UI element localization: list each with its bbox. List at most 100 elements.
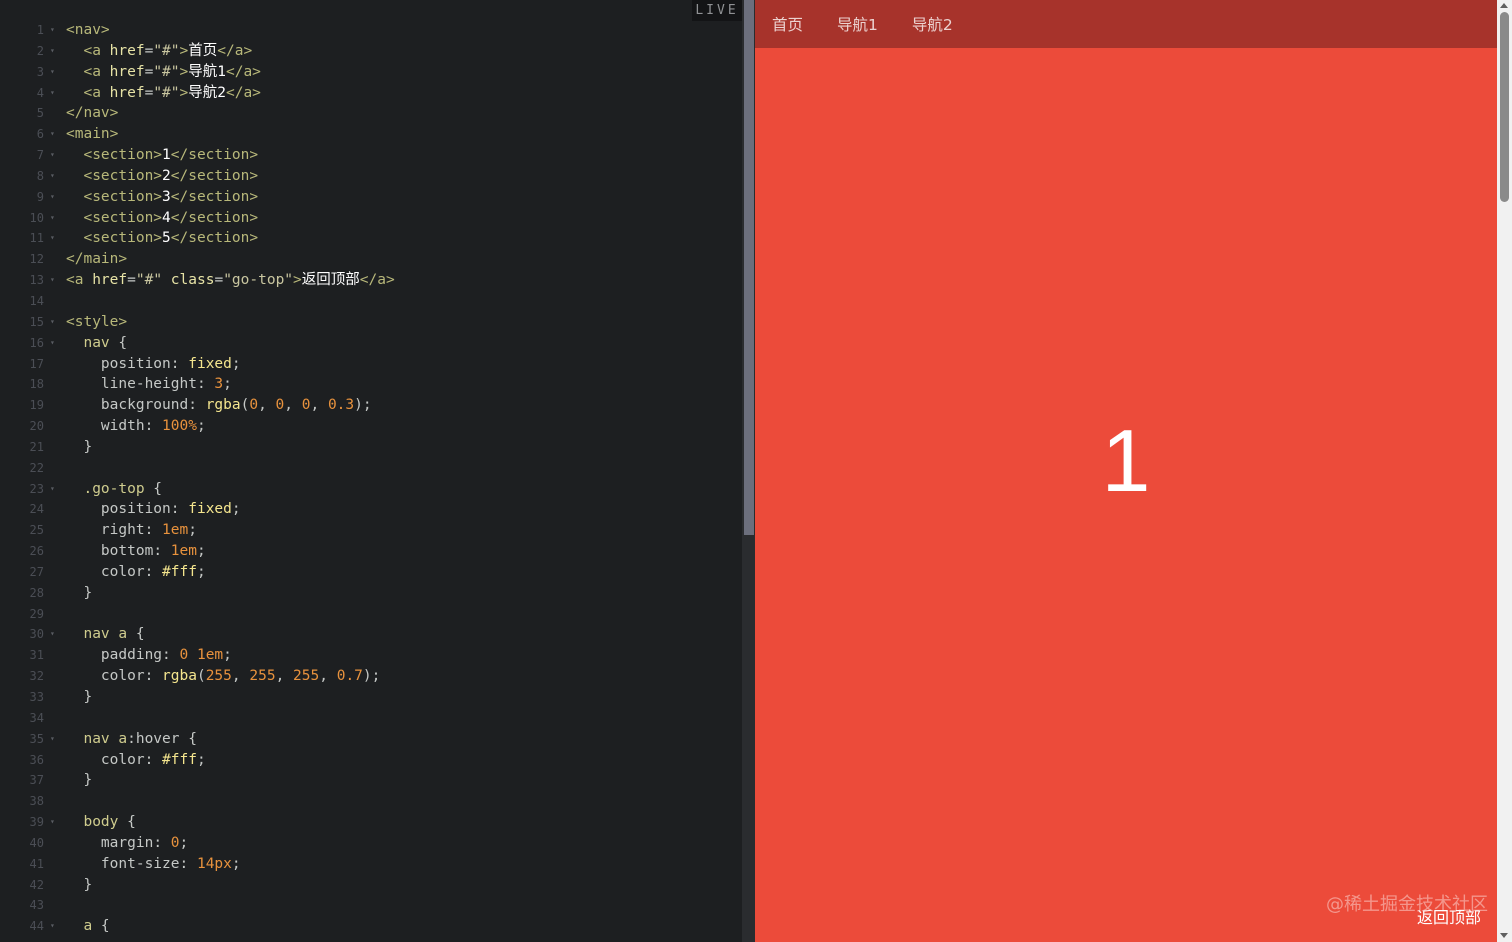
- code-line[interactable]: 32 color: rgba(255, 255, 255, 0.7);: [0, 666, 742, 687]
- code-line[interactable]: 15 ▾ <style>: [0, 312, 742, 333]
- code-token: :: [144, 751, 163, 768]
- code-line[interactable]: 29: [0, 604, 742, 625]
- fold-arrow-icon[interactable]: ▾: [50, 124, 55, 145]
- code-line[interactable]: 37 }: [0, 770, 742, 791]
- code-line[interactable]: 39 ▾ body {: [0, 812, 742, 833]
- code-line[interactable]: 34: [0, 708, 742, 729]
- code-text: <section>1</section>: [66, 145, 258, 166]
- fold-arrow-icon[interactable]: ▾: [50, 333, 55, 354]
- code-line[interactable]: 27 color: #fff;: [0, 562, 742, 583]
- code-line[interactable]: 40 margin: 0;: [0, 833, 742, 854]
- line-number: 27: [29, 564, 44, 579]
- go-top-link[interactable]: 返回顶部: [1417, 904, 1481, 928]
- code-line[interactable]: 35 ▾ nav a:hover {: [0, 729, 742, 750]
- scroll-down-icon[interactable]: [1500, 933, 1508, 938]
- code-line[interactable]: 8 ▾ <section>2</section>: [0, 166, 742, 187]
- code-line[interactable]: 1 ▾ <nav>: [0, 20, 742, 41]
- fold-arrow-icon[interactable]: ▾: [50, 41, 55, 62]
- nav-link-2[interactable]: 导航2: [897, 13, 972, 35]
- fold-arrow-icon[interactable]: ▾: [50, 729, 55, 750]
- code-token: background: [66, 397, 189, 414]
- code-token: padding: [66, 647, 163, 664]
- code-line[interactable]: 30 ▾ nav a {: [0, 624, 742, 645]
- nav-link-1[interactable]: 导航1: [822, 13, 897, 35]
- code-line[interactable]: 7 ▾ <section>1</section>: [0, 145, 742, 166]
- code-line[interactable]: 28 }: [0, 583, 742, 604]
- code-line[interactable]: 41 font-size: 14px;: [0, 854, 742, 875]
- code-line[interactable]: 31 padding: 0 1em;: [0, 645, 742, 666]
- code-line[interactable]: 11 ▾ <section>5</section>: [0, 228, 742, 249]
- code-line[interactable]: 18 line-height: 3;: [0, 374, 742, 395]
- preview-scrollbar-thumb[interactable]: [1500, 12, 1509, 202]
- code-line[interactable]: 6 ▾ <main>: [0, 124, 742, 145]
- code-line[interactable]: 13 ▾ <a href="#" class="go-top">返回顶部</a>: [0, 270, 742, 291]
- code-line[interactable]: 23 ▾ .go-top {: [0, 479, 742, 500]
- code-line[interactable]: 9 ▾ <section>3</section>: [0, 187, 742, 208]
- fold-arrow-icon[interactable]: ▾: [50, 916, 55, 937]
- code-line[interactable]: 2 ▾ <a href="#">首页</a>: [0, 41, 742, 62]
- code-text: right: 1em;: [66, 520, 197, 541]
- fold-arrow-icon[interactable]: ▾: [50, 624, 55, 645]
- fold-arrow-icon[interactable]: ▾: [50, 166, 55, 187]
- code-token: :: [162, 647, 180, 664]
- code-editor[interactable]: 1 ▾ <nav> 2 ▾ <a href="#">首页</a> 3 ▾ <a href="…: [0, 0, 742, 942]
- code-line[interactable]: 4 ▾ <a href="#">导航2</a>: [0, 83, 742, 104]
- code-line[interactable]: 20 width: 100%;: [0, 416, 742, 437]
- code-line[interactable]: 25 right: 1em;: [0, 520, 742, 541]
- editor-scrollbar-thumb[interactable]: [744, 0, 754, 535]
- code-line[interactable]: 21 }: [0, 437, 742, 458]
- code-token: 导航2: [188, 84, 226, 101]
- line-number: 38: [29, 794, 44, 809]
- code-token: :hover {: [127, 730, 197, 747]
- code-token: line-height: [66, 376, 197, 393]
- code-token: color: [66, 751, 145, 768]
- code-token: #fff: [162, 563, 197, 580]
- code-line[interactable]: 26 bottom: 1em;: [0, 541, 742, 562]
- code-token: 1: [162, 147, 171, 164]
- code-token: color: [66, 563, 145, 580]
- code-text: <main>: [66, 124, 118, 145]
- code-token: <a: [66, 42, 110, 59]
- code-line[interactable]: 19 background: rgba(0, 0, 0, 0.3);: [0, 395, 742, 416]
- code-line[interactable]: 36 color: #fff;: [0, 750, 742, 771]
- code-token: </section>: [170, 147, 259, 164]
- fold-arrow-icon[interactable]: ▾: [50, 62, 55, 83]
- code-line[interactable]: 14: [0, 291, 742, 312]
- fold-arrow-icon[interactable]: ▾: [50, 312, 55, 333]
- fold-arrow-icon[interactable]: ▾: [50, 479, 55, 500]
- line-number: 32: [29, 669, 44, 684]
- code-line[interactable]: 10 ▾ <section>4</section>: [0, 208, 742, 229]
- code-line[interactable]: 16 ▾ nav {: [0, 333, 742, 354]
- code-line[interactable]: 38: [0, 791, 742, 812]
- code-line[interactable]: 42 }: [0, 875, 742, 896]
- fold-arrow-icon[interactable]: ▾: [50, 187, 55, 208]
- code-line[interactable]: 17 position: fixed;: [0, 354, 742, 375]
- code-line[interactable]: 22: [0, 458, 742, 479]
- fold-arrow-icon[interactable]: ▾: [50, 20, 55, 41]
- code-line[interactable]: 44 ▾ a {: [0, 916, 742, 937]
- line-number: 29: [29, 606, 44, 621]
- fold-arrow-icon[interactable]: ▾: [50, 83, 55, 104]
- code-token: 5: [162, 230, 171, 247]
- code-token: :: [188, 397, 206, 414]
- scroll-up-icon[interactable]: [1500, 3, 1508, 8]
- code-line[interactable]: 24 position: fixed;: [0, 499, 742, 520]
- code-line[interactable]: 12 </main>: [0, 249, 742, 270]
- fold-arrow-icon[interactable]: ▾: [50, 270, 55, 291]
- fold-arrow-icon[interactable]: ▾: [50, 228, 55, 249]
- code-text: <section>3</section>: [66, 187, 258, 208]
- code-line[interactable]: 5 </nav>: [0, 103, 742, 124]
- code-line[interactable]: 3 ▾ <a href="#">导航1</a>: [0, 62, 742, 83]
- fold-arrow-icon[interactable]: ▾: [50, 812, 55, 833]
- code-token: fixed: [188, 355, 232, 372]
- code-line[interactable]: 43: [0, 895, 742, 916]
- nav-link-home[interactable]: 首页: [757, 13, 822, 35]
- preview-scrollbar[interactable]: [1497, 0, 1512, 942]
- line-number: 43: [29, 898, 44, 913]
- line-number: 10: [29, 210, 44, 225]
- code-line[interactable]: 33 }: [0, 687, 742, 708]
- code-lines[interactable]: 1 ▾ <nav> 2 ▾ <a href="#">首页</a> 3 ▾ <a href="…: [0, 20, 742, 937]
- fold-arrow-icon[interactable]: ▾: [50, 145, 55, 166]
- fold-arrow-icon[interactable]: ▾: [50, 208, 55, 229]
